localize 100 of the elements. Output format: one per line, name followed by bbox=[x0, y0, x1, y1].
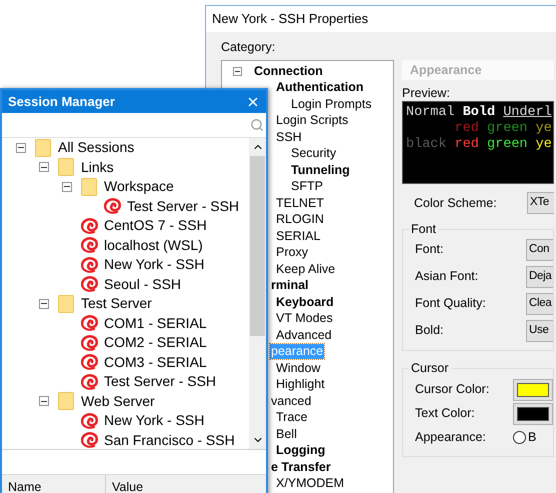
session-tree-item[interactable]: CentOS 7 - SSH bbox=[104, 215, 207, 236]
preview-text: ye bbox=[536, 121, 552, 137]
category-item[interactable]: Bell bbox=[275, 426, 298, 442]
field-label: Color Scheme: bbox=[414, 194, 497, 212]
preview-text: green bbox=[487, 121, 528, 137]
session-tree-item[interactable]: Test Server bbox=[81, 293, 152, 314]
group-title: Cursor bbox=[410, 360, 450, 377]
preview-text: green bbox=[487, 137, 528, 153]
group-title: Font bbox=[410, 221, 438, 238]
collapse-icon[interactable] bbox=[39, 298, 49, 309]
folder-icon bbox=[35, 138, 51, 157]
window-title: New York - SSH Properties bbox=[212, 10, 368, 28]
folder-icon bbox=[58, 158, 74, 176]
dropdown-field[interactable]: Deja bbox=[526, 266, 553, 288]
session-tree-item[interactable]: COM1 - SERIAL bbox=[104, 312, 207, 334]
category-item[interactable]: TELNET bbox=[275, 196, 325, 211]
spiral-icon bbox=[81, 315, 99, 332]
category-item[interactable]: Login Scripts bbox=[275, 113, 350, 128]
spiral-icon bbox=[81, 374, 99, 390]
category-item[interactable]: rminal bbox=[270, 278, 310, 294]
category-label: Category: bbox=[221, 40, 276, 56]
session-tree-item[interactable]: Seoul - SSH bbox=[104, 274, 182, 295]
category-item[interactable]: Trace bbox=[275, 410, 308, 426]
session-tree-item[interactable]: Links bbox=[81, 156, 114, 178]
spiral-icon bbox=[81, 218, 99, 234]
preview-text: black bbox=[406, 137, 447, 153]
window-title: Session Manager bbox=[8, 92, 115, 111]
collapse-icon[interactable] bbox=[39, 162, 49, 172]
preview-text: ye bbox=[536, 137, 552, 153]
category-item[interactable]: X/YMODEM bbox=[275, 476, 346, 492]
field-label: Font: bbox=[415, 241, 444, 258]
category-item[interactable]: SFTP bbox=[290, 179, 324, 194]
collapse-icon[interactable] bbox=[39, 396, 49, 406]
category-item[interactable]: Advanced bbox=[275, 328, 333, 343]
session-tree-item[interactable]: localhost (WSL) bbox=[104, 234, 203, 256]
session-tree-item[interactable]: New York - SSH bbox=[104, 410, 204, 432]
category-item[interactable]: Window bbox=[275, 360, 322, 376]
preview-label: Preview: bbox=[402, 86, 451, 101]
collapse-icon[interactable] bbox=[16, 142, 26, 153]
field-label: Appearance: bbox=[415, 429, 486, 446]
category-item[interactable]: SERIAL bbox=[275, 228, 322, 244]
category-item[interactable]: Tunneling bbox=[290, 162, 351, 178]
category-item[interactable]: RLOGIN bbox=[275, 212, 325, 228]
preview-text: Normal bbox=[406, 105, 455, 121]
spiral-icon bbox=[81, 334, 99, 351]
field-label: Cursor Color: bbox=[415, 381, 490, 398]
search-icon bbox=[250, 118, 264, 132]
session-tree-item[interactable]: COM2 - SERIAL bbox=[104, 332, 207, 354]
color-swatch-button[interactable] bbox=[513, 378, 553, 400]
category-item[interactable]: Logging bbox=[275, 443, 326, 458]
category-item[interactable]: Login Prompts bbox=[290, 96, 373, 112]
session-tree-item[interactable]: Workspace bbox=[104, 176, 174, 198]
collapse-icon[interactable] bbox=[233, 67, 242, 76]
folder-icon bbox=[81, 178, 97, 196]
category-item[interactable]: Keep Alive bbox=[275, 262, 336, 277]
page-header: Appearance bbox=[402, 60, 554, 80]
session-tree-item[interactable]: COM3 - SERIAL bbox=[104, 352, 207, 373]
preview-text: Bold bbox=[462, 105, 496, 121]
spiral-icon bbox=[104, 198, 122, 214]
radio-button[interactable] bbox=[513, 431, 526, 444]
category-item[interactable]: Security bbox=[290, 146, 338, 162]
column-header[interactable]: Name bbox=[2, 475, 106, 493]
preview-text: red bbox=[454, 137, 479, 153]
category-item[interactable]: Keyboard bbox=[275, 294, 335, 310]
preview-text: Underl bbox=[503, 105, 552, 121]
category-item[interactable]: Authentication bbox=[275, 80, 364, 96]
session-tree-item[interactable]: San Francisco - SSH bbox=[104, 430, 235, 449]
category-item[interactable]: SSH bbox=[275, 130, 303, 145]
session-tree-item[interactable]: Test Server - SSH bbox=[104, 371, 216, 392]
scrollbar-thumb[interactable] bbox=[250, 156, 265, 336]
category-item[interactable]: VT Modes bbox=[275, 311, 334, 326]
category-item[interactable]: Proxy bbox=[275, 245, 309, 260]
category-item[interactable]: Highlight bbox=[275, 377, 326, 392]
collapse-icon[interactable] bbox=[62, 182, 72, 192]
spiral-icon bbox=[81, 237, 99, 254]
field-label: Asian Font: bbox=[415, 268, 478, 286]
category-item[interactable]: Connection bbox=[253, 64, 324, 79]
dropdown-field[interactable]: Clea bbox=[526, 292, 553, 315]
color-swatch-button[interactable] bbox=[513, 402, 553, 424]
radio-label: B bbox=[528, 429, 536, 446]
session-tree-item[interactable]: Test Server - SSH bbox=[127, 196, 240, 217]
scrollbar[interactable] bbox=[249, 138, 266, 449]
spiral-icon bbox=[81, 276, 99, 292]
column-header[interactable]: Value bbox=[106, 475, 266, 493]
session-tree-item[interactable]: Web Server bbox=[81, 390, 155, 412]
dropdown-field[interactable]: XTe bbox=[527, 192, 554, 214]
session-tree-item[interactable]: New York - SSH bbox=[104, 254, 204, 276]
spiral-icon bbox=[81, 412, 99, 429]
field-label: Font Quality: bbox=[415, 295, 486, 312]
folder-icon bbox=[58, 392, 74, 410]
category-item[interactable]: e Transfer bbox=[270, 460, 332, 475]
spiral-icon bbox=[81, 256, 99, 273]
field-label: Text Color: bbox=[415, 405, 475, 422]
dropdown-field[interactable]: Con bbox=[526, 238, 553, 261]
spiral-icon bbox=[81, 354, 99, 370]
category-item[interactable]: vanced bbox=[270, 394, 312, 409]
preview-text: red bbox=[454, 121, 479, 137]
dropdown-field[interactable]: Use bbox=[526, 320, 553, 342]
spiral-icon bbox=[81, 432, 99, 448]
session-tree-item[interactable]: All Sessions bbox=[58, 138, 134, 158]
